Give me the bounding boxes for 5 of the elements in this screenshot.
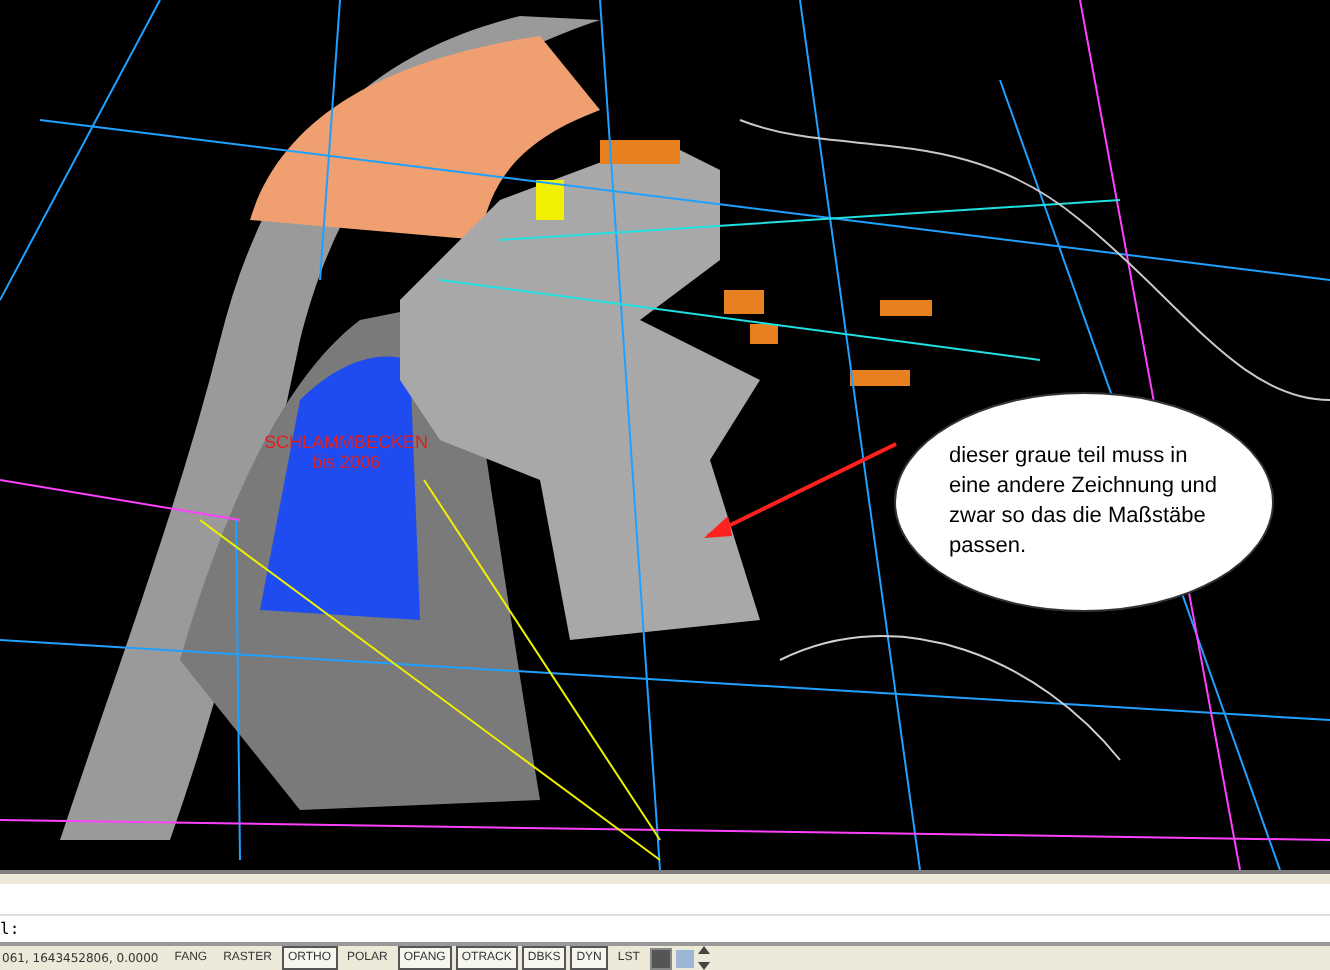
callout-text: dieser graue teil muss in eine andere Zeichnung und zwar so das die Maßstäbe passen. bbox=[949, 442, 1219, 562]
command-prompt: l: bbox=[0, 920, 20, 938]
basin-label: bis 2006 bbox=[311, 452, 381, 472]
model-icon[interactable] bbox=[649, 947, 672, 969]
scroll-arrows-icon[interactable] bbox=[697, 946, 710, 970]
